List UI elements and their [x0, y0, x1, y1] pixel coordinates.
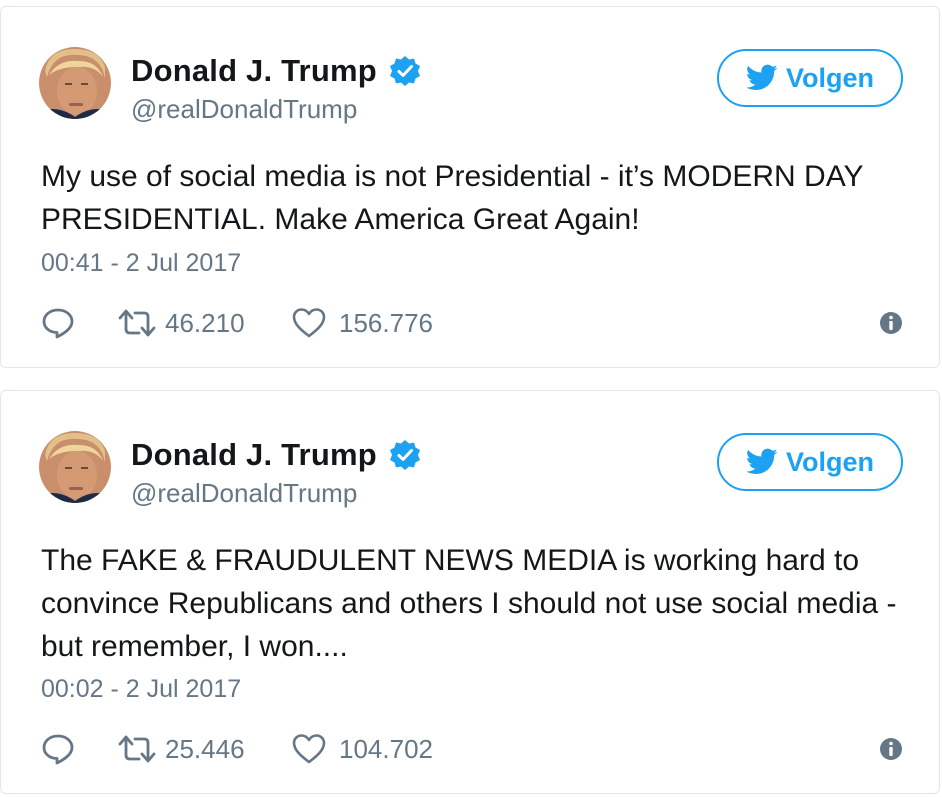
tweet-text: My use of social media is not Presidenti… [41, 160, 863, 236]
retweet-button[interactable]: 46.210 [117, 303, 245, 343]
tweet-actions: 25.446 104.702 [41, 729, 903, 769]
retweet-icon [118, 309, 156, 337]
verified-badge-icon [390, 56, 420, 86]
avatar[interactable] [39, 431, 111, 503]
user-handle[interactable]: @realDonaldTrump [131, 94, 357, 125]
twitter-bird-icon [745, 448, 778, 474]
like-button[interactable]: 104.702 [291, 729, 433, 769]
follow-button-label: Volgen [785, 62, 874, 93]
retweet-icon [118, 735, 156, 763]
tweet-card: Donald J. Trump @realDonaldTrump Volgen … [0, 6, 940, 368]
tweet-actions: 46.210 156.776 [41, 303, 903, 343]
reply-button[interactable] [41, 303, 75, 343]
follow-button[interactable]: Volgen [717, 49, 903, 107]
heart-icon [292, 308, 326, 338]
info-icon[interactable] [879, 737, 903, 761]
retweet-count: 46.210 [165, 307, 245, 338]
heart-icon [292, 734, 326, 764]
user-display-name[interactable]: Donald J. Trump [131, 437, 377, 473]
retweet-count: 25.446 [165, 733, 245, 764]
follow-button-label: Volgen [785, 446, 874, 477]
follow-button[interactable]: Volgen [717, 433, 903, 491]
tweet-timestamp[interactable]: 00:02 - 2 Jul 2017 [41, 675, 241, 704]
tweet-timestamp[interactable]: 00:41 - 2 Jul 2017 [41, 249, 241, 278]
twitter-bird-icon [745, 64, 778, 90]
info-icon[interactable] [879, 311, 903, 335]
like-count: 104.702 [339, 733, 433, 764]
like-count: 156.776 [339, 307, 433, 338]
user-handle[interactable]: @realDonaldTrump [131, 478, 357, 509]
retweet-button[interactable]: 25.446 [117, 729, 245, 769]
reply-button[interactable] [41, 729, 75, 769]
avatar[interactable] [39, 47, 111, 119]
user-display-name[interactable]: Donald J. Trump [131, 53, 377, 89]
tweet-card: Donald J. Trump @realDonaldTrump Volgen … [0, 390, 940, 794]
tweet-text: The FAKE & FRAUDULENT NEWS MEDIA is work… [41, 544, 897, 663]
verified-badge-icon [390, 440, 420, 470]
reply-icon [42, 734, 74, 765]
like-button[interactable]: 156.776 [291, 303, 433, 343]
reply-icon [42, 308, 74, 339]
